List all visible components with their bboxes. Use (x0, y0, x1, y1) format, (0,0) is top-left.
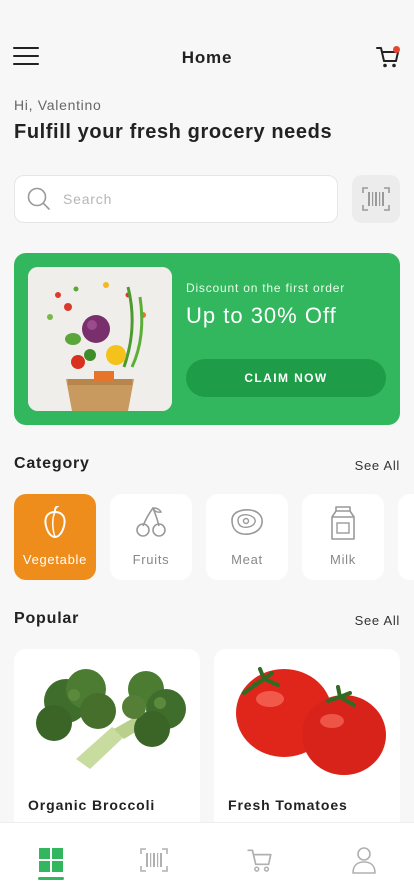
product-card-tomatoes[interactable]: Fresh Tomatoes (214, 649, 400, 849)
shopping-cart-icon (247, 849, 272, 872)
search-box[interactable] (14, 175, 338, 223)
nav-active-indicator (38, 877, 64, 880)
top-bar: Home (0, 40, 414, 74)
bottom-nav (0, 822, 414, 896)
milk-carton-icon (331, 506, 355, 540)
nav-cart[interactable] (245, 845, 275, 875)
category-label: Meat (231, 552, 263, 567)
barcode-scan-icon (362, 187, 390, 211)
product-name: Organic Broccoli (28, 797, 156, 813)
category-label: Vegetable (22, 552, 88, 567)
category-more[interactable] (398, 494, 414, 580)
broccoli-image (14, 649, 200, 784)
category-list: Vegetable Fruits Meat Milk (14, 494, 414, 580)
search-icon (27, 187, 50, 210)
category-fruits[interactable]: Fruits (110, 494, 192, 580)
cart-badge (393, 46, 400, 53)
steak-icon (231, 509, 263, 535)
promo-banner: Discount on the first order Up to 30% Of… (14, 253, 400, 425)
nav-profile[interactable] (349, 845, 379, 875)
search-input[interactable] (63, 191, 303, 207)
banner-subtitle: Discount on the first order (186, 281, 345, 295)
category-milk[interactable]: Milk (302, 494, 384, 580)
banner-title: Up to 30% Off (186, 303, 337, 328)
category-label: Fruits (132, 552, 170, 567)
category-meat[interactable]: Meat (206, 494, 288, 580)
product-card-broccoli[interactable]: Organic Broccoli (14, 649, 200, 849)
product-name: Fresh Tomatoes (228, 797, 348, 813)
nav-scan[interactable] (139, 845, 169, 875)
category-vegetable[interactable]: Vegetable (14, 494, 96, 580)
cherries-icon (136, 507, 166, 537)
popular-see-all-link[interactable]: See All (355, 613, 400, 628)
category-see-all-link[interactable]: See All (355, 458, 400, 473)
barcode-scan-icon (140, 848, 168, 872)
tomatoes-image (214, 649, 400, 784)
popular-title: Popular (14, 610, 80, 627)
greeting-text: Hi, Valentino (14, 97, 102, 113)
category-label: Milk (330, 552, 356, 567)
headline: Fulfill your fresh grocery needs (14, 121, 333, 143)
claim-now-button[interactable]: CLAIM NOW (186, 359, 386, 397)
page-title: Home (181, 48, 233, 67)
home-grid-icon (39, 848, 63, 872)
grocery-bag-image (28, 267, 172, 411)
category-title: Category (14, 455, 90, 472)
nav-home[interactable] (36, 845, 66, 875)
pepper-icon (44, 506, 66, 538)
user-profile-icon (352, 847, 376, 874)
cart-button[interactable] (375, 44, 401, 70)
scan-button[interactable] (352, 175, 400, 223)
